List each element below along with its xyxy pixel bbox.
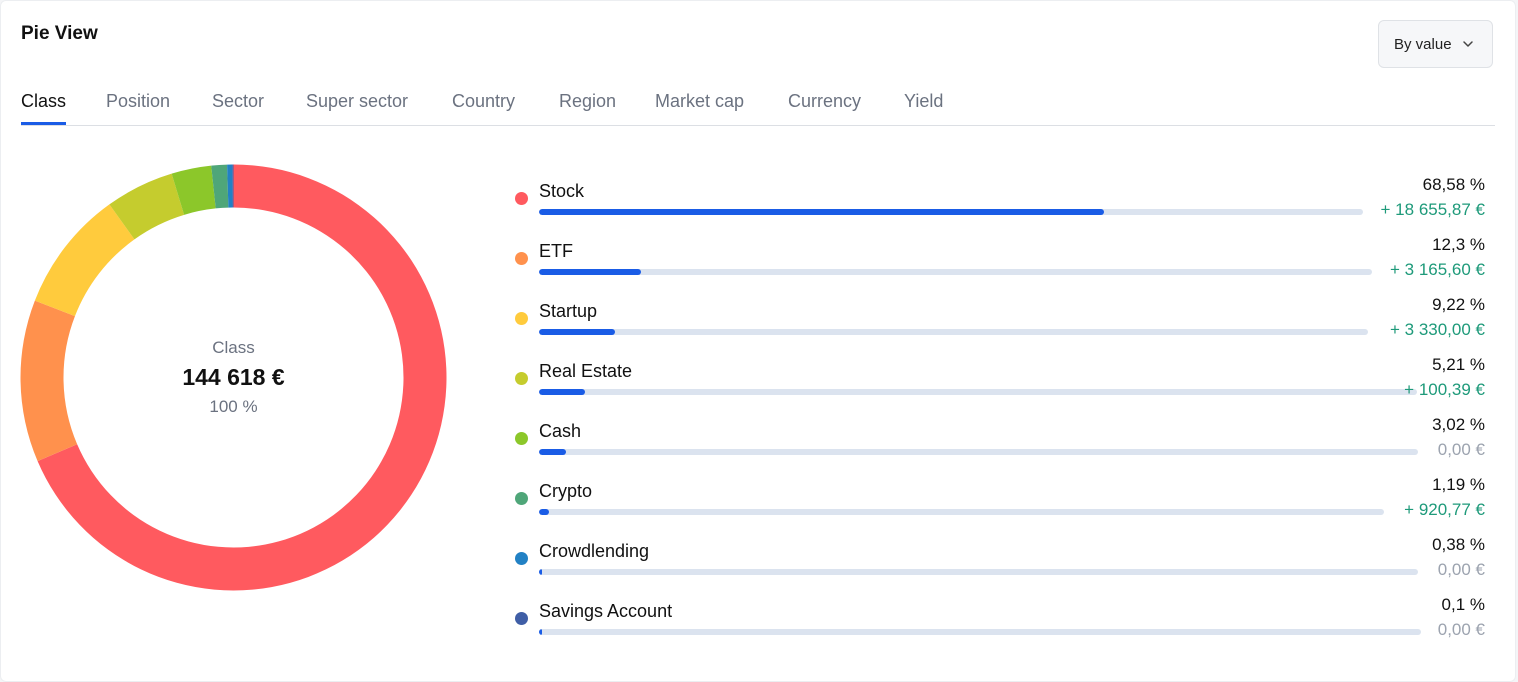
legend-name: Startup: [539, 301, 598, 321]
pie-view-card: Pie View By value Class Position Sector Sup…: [0, 0, 1516, 682]
legend-percent: 9,22 %: [1432, 295, 1485, 314]
legend-percent: 0,38 %: [1432, 535, 1485, 554]
legend-progress-track: [539, 209, 1363, 215]
legend-progress-fill: [539, 509, 550, 515]
legend-progress-track: [539, 449, 1418, 455]
tab-position[interactable]: Position: [106, 91, 172, 125]
tab-region[interactable]: Region: [559, 91, 616, 125]
legend-row-etf[interactable]: ETF 12,3 % + 3 165,60 €: [515, 235, 1487, 285]
legend-row-cash[interactable]: Cash 3,02 % 0,00 €: [515, 415, 1487, 465]
card-title: Pie View: [21, 23, 98, 44]
legend-name: Crypto: [539, 481, 593, 501]
legend-progress-track: [539, 389, 1417, 395]
legend-color-dot: [515, 492, 528, 505]
legend-color-dot: [515, 192, 528, 205]
tab-country[interactable]: Country: [452, 91, 518, 125]
donut-slice-startup[interactable]: [34, 204, 135, 317]
legend-progress-fill: [539, 209, 1105, 215]
legend-name: ETF: [539, 241, 573, 261]
legend-gain-value: + 100,39 €: [1404, 380, 1485, 399]
tab-bar: Class Position Sector Super sector Country Re…: [21, 91, 1495, 126]
legend-name: Cash: [539, 421, 582, 441]
legend-progress-fill: [539, 329, 616, 335]
legend-color-dot: [515, 552, 528, 565]
legend-row-startup[interactable]: Startup 9,22 % + 3 330,00 €: [515, 295, 1487, 345]
legend-percent: 12,3 %: [1432, 235, 1485, 254]
legend-percent: 0,1 %: [1441, 595, 1485, 614]
donut-chart: [20, 164, 447, 591]
tab-class[interactable]: Class: [21, 91, 66, 125]
legend-color-dot: [515, 252, 528, 265]
legend-percent: 3,02 %: [1432, 415, 1485, 434]
sort-dropdown[interactable]: By value: [1378, 20, 1493, 68]
legend-row-real-estate[interactable]: Real Estate 5,21 % + 100,39 €: [515, 355, 1487, 405]
legend-row-crypto[interactable]: Crypto 1,19 % + 920,77 €: [515, 475, 1487, 525]
legend-progress-fill: [539, 389, 585, 395]
legend-progress-fill: [539, 449, 566, 455]
legend-percent: 68,58 %: [1422, 175, 1485, 194]
legend-row-savings-account[interactable]: Savings Account 0,1 % 0,00 €: [515, 595, 1487, 645]
legend-name: Real Estate: [539, 361, 633, 381]
tab-sector[interactable]: Sector: [212, 91, 266, 125]
legend-gain-value: 0,00 €: [1437, 620, 1485, 639]
donut-slice-etf[interactable]: [20, 300, 78, 462]
legend-name: Stock: [539, 181, 585, 201]
legend-row-stock[interactable]: Stock 68,58 % + 18 655,87 €: [515, 175, 1487, 225]
legend-percent: 5,21 %: [1432, 355, 1485, 374]
tab-yield[interactable]: Yield: [904, 91, 945, 125]
legend-gain-value: + 18 655,87 €: [1380, 200, 1485, 219]
sort-dropdown-value: By value: [1394, 35, 1452, 53]
legend-gain-value: 0,00 €: [1437, 560, 1485, 579]
legend-color-dot: [515, 612, 528, 625]
legend-color-dot: [515, 372, 528, 385]
legend-progress-track: [539, 569, 1418, 575]
legend-progress-fill: [539, 269, 642, 275]
legend-progress-track: [539, 269, 1372, 275]
legend-name: Savings Account: [539, 601, 673, 621]
legend-progress-track: [539, 509, 1384, 515]
legend-row-crowdlending[interactable]: Crowdlending 0,38 % 0,00 €: [515, 535, 1487, 585]
legend-progress-track: [539, 329, 1368, 335]
legend-progress-track: [539, 629, 1421, 635]
legend-progress-fill: [539, 569, 543, 575]
legend-name: Crowdlending: [539, 541, 650, 561]
legend-gain-value: + 3 330,00 €: [1389, 320, 1485, 339]
legend-gain-value: 0,00 €: [1437, 440, 1485, 459]
legend-percent: 1,19 %: [1432, 475, 1485, 494]
tab-super-sector[interactable]: Super sector: [306, 91, 412, 125]
legend-color-dot: [515, 432, 528, 445]
tab-currency[interactable]: Currency: [788, 91, 863, 125]
legend-color-dot: [515, 312, 528, 325]
legend-gain-value: + 920,77 €: [1404, 500, 1485, 519]
legend-progress-fill: [539, 629, 542, 635]
tab-market-cap[interactable]: Market cap: [655, 91, 748, 125]
legend-gain-value: + 3 165,60 €: [1389, 260, 1485, 279]
chevron-down-icon: [1462, 41, 1473, 47]
